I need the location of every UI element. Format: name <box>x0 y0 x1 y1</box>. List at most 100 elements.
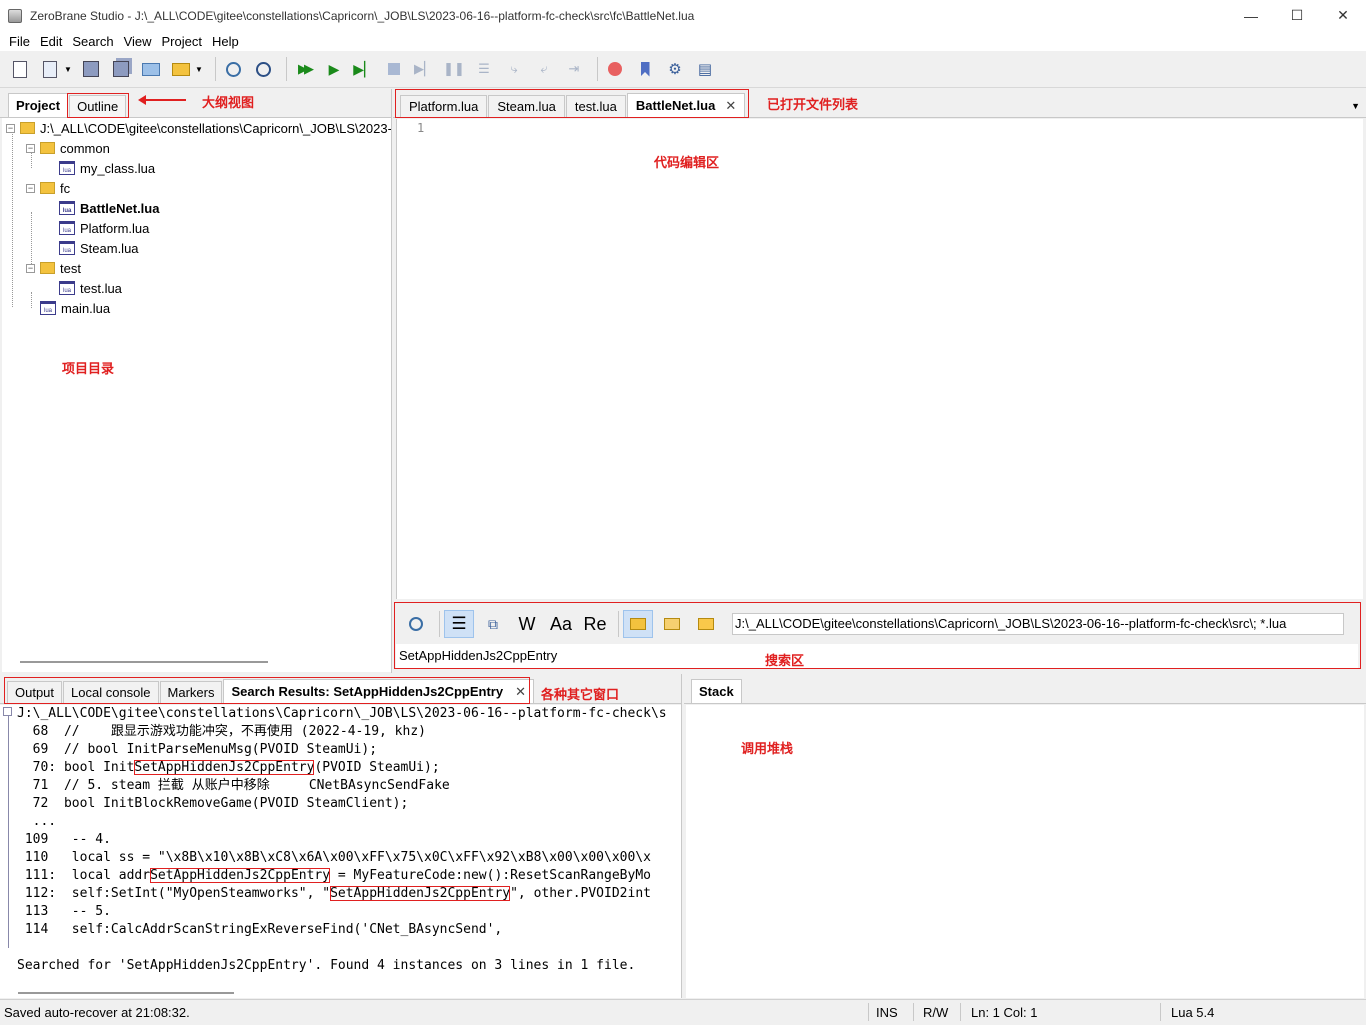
analyze-icon[interactable]: ▤ <box>693 57 717 81</box>
result-line-match[interactable]: 111: local addrSetAppHiddenJs2CppEntry =… <box>17 867 651 885</box>
result-line-no: 111: <box>17 868 57 883</box>
result-line[interactable]: 113 -- 5. <box>17 903 111 921</box>
run-icon[interactable]: ▶▶ <box>292 57 316 81</box>
debug-icon[interactable]: ▶ <box>322 57 346 81</box>
stack-panel-tabs: Stack <box>684 674 1366 704</box>
status-interpreter[interactable]: Lua 5.4 <box>1171 1005 1214 1020</box>
result-line[interactable]: 114 self:CalcAddrScanStringExReverseFind… <box>17 921 502 939</box>
tree-item-steam[interactable]: lua Steam.lua <box>59 238 139 258</box>
run-to-cursor-icon[interactable]: ⤶ <box>532 57 556 81</box>
annotation-other-windows: 各种其它窗口 <box>541 687 620 702</box>
project-choose-icon[interactable] <box>169 57 193 81</box>
step-over-icon[interactable]: ☰ <box>472 57 496 81</box>
lua-file-icon: lua <box>59 221 75 235</box>
menu-project[interactable]: Project <box>157 34 207 49</box>
code-editor[interactable]: 1 <box>396 119 1363 599</box>
new-file-icon[interactable] <box>8 57 32 81</box>
step-into-icon[interactable]: ▶▏ <box>412 57 436 81</box>
annotation-outline-view: 大纲视图 <box>202 95 255 110</box>
open-file-icon[interactable] <box>38 57 62 81</box>
tree-item-root[interactable]: − J:\_ALL\CODE\gitee\constellations\Capr… <box>6 118 391 138</box>
tabs-dropdown-icon[interactable]: ▼ <box>1351 101 1360 111</box>
maximize-button[interactable]: ☐ <box>1274 0 1320 31</box>
result-line[interactable]: 71 // 5. steam 拦截 从账户中移除 CNetBAsyncSendF… <box>17 777 450 795</box>
find-in-files-icon[interactable] <box>251 57 275 81</box>
tree-item-label: common <box>60 140 110 156</box>
tree-item-platform[interactable]: lua Platform.lua <box>59 218 149 238</box>
tree-item-label: test.lua <box>80 280 122 296</box>
tree-item-main[interactable]: lua main.lua <box>40 298 110 318</box>
result-line-no: ... <box>17 814 57 829</box>
break-icon[interactable]: ❚❚ <box>442 57 466 81</box>
collapse-icon[interactable]: − <box>26 143 35 153</box>
collapse-icon[interactable]: − <box>6 123 15 133</box>
result-line[interactable]: 110 local ss = "\x8B\x10\x8B\xC8\x6A\x00… <box>17 849 651 867</box>
tree-item-common[interactable]: − common <box>26 138 110 158</box>
result-line[interactable]: 68 // 跟显示游戏功能冲突，不再使用 (2022-4-19, khz) <box>17 723 426 741</box>
result-line-text: -- 5. <box>48 904 111 919</box>
result-line-no: 114 <box>17 922 49 937</box>
result-line[interactable]: 72 bool InitBlockRemoveGame(PVOID SteamC… <box>17 795 409 813</box>
tree-item-battlenet[interactable]: lua BattleNet.lua <box>59 198 159 218</box>
stop-icon[interactable] <box>382 57 406 81</box>
tab-project[interactable]: Project <box>8 93 69 117</box>
annotation-box-other-windows <box>4 677 530 704</box>
toggle-bookmark-icon[interactable] <box>633 57 657 81</box>
result-line-no: 109 <box>17 832 49 847</box>
minimize-button[interactable]: — <box>1228 0 1274 31</box>
find-icon[interactable] <box>221 57 245 81</box>
step-out-icon[interactable]: ⤷ <box>502 57 526 81</box>
annotation-project-dir: 项目目录 <box>62 361 115 376</box>
tab-stack[interactable]: Stack <box>691 679 742 703</box>
menu-file[interactable]: File <box>4 34 35 49</box>
tree-item-test-lua[interactable]: lua test.lua <box>59 278 122 298</box>
tree-guide <box>12 132 13 307</box>
menu-help[interactable]: Help <box>207 34 244 49</box>
project-panel-tabs: Project Outline <box>0 89 391 118</box>
menu-edit[interactable]: Edit <box>35 34 67 49</box>
result-line-no: 68 <box>17 724 49 739</box>
horizontal-scrollbar[interactable] <box>20 661 268 663</box>
match-highlight: SetAppHiddenJs2CppEntry <box>150 868 331 883</box>
project-directory-icon[interactable] <box>139 57 163 81</box>
search-results[interactable]: J:\_ALL\CODE\gitee\constellations\Capric… <box>0 705 681 998</box>
result-line[interactable]: 69 // bool InitParseMenuMsg(PVOID SteamU… <box>17 741 377 759</box>
save-icon[interactable] <box>79 57 103 81</box>
editor-area: Platform.lua Steam.lua test.lua BattleNe… <box>393 89 1366 599</box>
open-dropdown-icon[interactable]: ▼ <box>63 57 73 81</box>
collapse-icon[interactable]: − <box>26 183 35 193</box>
collapse-icon[interactable]: − <box>26 263 35 273</box>
toolbar-separator <box>597 57 598 81</box>
menu-search[interactable]: Search <box>67 34 118 49</box>
project-dropdown-icon[interactable]: ▼ <box>194 57 204 81</box>
folder-icon <box>40 142 55 154</box>
toggle-breakpoint-icon[interactable] <box>603 57 627 81</box>
run-now-icon[interactable]: ▶▏ <box>352 57 376 81</box>
result-line[interactable]: 109 -- 4. <box>17 831 111 849</box>
tree-item-label: J:\_ALL\CODE\gitee\constellations\Capric… <box>40 120 391 136</box>
tree-item-test-folder[interactable]: − test <box>26 258 81 278</box>
result-line-no: 71 <box>17 778 49 793</box>
project-panel: Project Outline − J:\_ALL\CODE\gitee\con… <box>0 89 392 673</box>
match-highlight: SetAppHiddenJs2CppEntry <box>330 886 511 901</box>
annotation-search-area: 搜索区 <box>765 653 805 668</box>
menu-view[interactable]: View <box>119 34 157 49</box>
annotation-box-outline <box>67 93 129 118</box>
line-number: 1 <box>417 121 425 135</box>
tree-item-my-class[interactable]: lua my_class.lua <box>59 158 155 178</box>
save-all-icon[interactable] <box>109 57 133 81</box>
folder-icon <box>40 262 55 274</box>
close-button[interactable]: ✕ <box>1320 0 1366 31</box>
result-line-match[interactable]: 70: bool InitSetAppHiddenJs2CppEntry(PVO… <box>17 759 440 777</box>
result-line-match[interactable]: 112: self:SetInt("MyOpenSteamworks", "Se… <box>17 885 651 903</box>
result-file[interactable]: J:\_ALL\CODE\gitee\constellations\Capric… <box>17 705 667 723</box>
fold-marker-icon[interactable] <box>3 707 12 716</box>
tree-guide <box>31 292 32 308</box>
step-line-icon[interactable]: ⇥ <box>562 57 586 81</box>
status-message: Saved auto-recover at 21:08:32. <box>4 1005 190 1020</box>
result-line-text: (PVOID SteamUi); <box>314 760 440 775</box>
compile-icon[interactable]: ⚙ <box>663 57 687 81</box>
status-bar: Saved auto-recover at 21:08:32. INS R/W … <box>0 999 1366 1025</box>
horizontal-scrollbar[interactable] <box>18 992 234 994</box>
tree-item-fc[interactable]: − fc <box>26 178 70 198</box>
